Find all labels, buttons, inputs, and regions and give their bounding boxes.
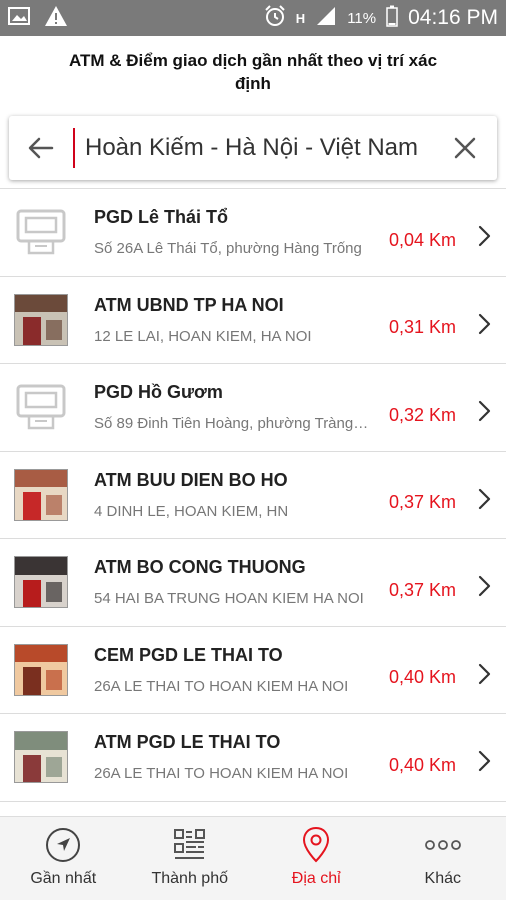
nav-address-label: Địa chỉ (291, 870, 341, 887)
nav-city[interactable]: Thành phố (127, 817, 254, 900)
chevron-right-icon (470, 663, 498, 685)
location-name: ATM UBND TP HA NOI (94, 294, 284, 315)
location-photo (14, 643, 68, 697)
location-row[interactable]: PGD Hồ Gươm Số 89 Đinh Tiên Hoàng, phường… (0, 364, 506, 452)
nav-address[interactable]: Địa chỉ (253, 817, 380, 900)
chevron-right-icon (470, 575, 498, 597)
location-address: 26A LE THAI TO HOAN KIEM HA NOI (94, 677, 349, 695)
more-dots-icon (424, 840, 461, 850)
clock: 04:16 PM (408, 6, 498, 29)
search-bar-container (0, 108, 506, 188)
location-address: Số 26A Lê Thái Tổ, phường Hàng Trống (94, 240, 362, 258)
chevron-right-icon (470, 400, 498, 422)
location-row[interactable]: CEM PGD LE THAI TO 26A LE THAI TO HOAN KI… (0, 626, 506, 714)
battery-icon (386, 5, 398, 32)
city-icon (173, 829, 205, 859)
location-address: Số 89 Đinh Tiên Hoàng, phường Tràng Tiền (94, 415, 369, 433)
location-name: CEM PGD LE THAI TO (94, 644, 283, 665)
location-photo (14, 730, 68, 784)
location-photo (14, 468, 68, 522)
nav-more-label: Khác (424, 870, 461, 887)
location-info: ATM PGD LE THAI TO 26A LE THAI TO HOAN KI… (94, 732, 389, 782)
location-row[interactable]: ATM BUU DIEN BO HO 4 DINH LE, HOAN KIEM, … (0, 451, 506, 539)
chevron-right-icon (470, 225, 498, 247)
location-name: PGD Lê Thái Tổ (94, 207, 229, 228)
nav-nearest[interactable]: Gần nhất (0, 817, 127, 900)
chevron-right-icon (470, 488, 498, 510)
location-list: PGD Lê Thái Tổ Số 26A Lê Thái Tổ, phường … (0, 188, 506, 816)
location-info: CEM PGD LE THAI TO 26A LE THAI TO HOAN KI… (94, 645, 389, 695)
location-distance: 0,04 Km (388, 229, 456, 250)
chevron-right-icon (470, 313, 498, 335)
location-photo (14, 293, 68, 347)
location-row[interactable]: ATM UBND TP HA NOI 12 LE LAI, HOAN KIEM, … (0, 276, 506, 364)
navigation-arrow-icon (46, 828, 81, 862)
location-name: ATM BUU DIEN BO HO (94, 469, 288, 490)
alarm-icon (264, 4, 286, 32)
location-row[interactable]: ATM PGD LE THAI TO 26A LE THAI TO HOAN KI… (0, 714, 506, 802)
location-info: PGD Lê Thái Tổ Số 26A Lê Thái Tổ, phường … (94, 207, 389, 257)
battery-percent: 11% (347, 9, 377, 27)
gallery-icon (8, 6, 30, 31)
location-distance: 0,31 Km (388, 317, 456, 338)
bottom-navigation: Gần nhất Thành phố Địa chỉ Khác (0, 816, 506, 900)
location-row[interactable]: ATM BO CONG THUONG 54 HAI BA TRUNG HOAN K… (0, 539, 506, 627)
nav-city-label: Thành phố (151, 870, 228, 887)
back-button[interactable] (9, 116, 73, 180)
atm-icon (14, 205, 68, 259)
location-address: 54 HAI BA TRUNG HOAN KIEM HA NOI (94, 590, 364, 608)
signal-icon (315, 6, 337, 31)
location-distance: 0,37 Km (388, 492, 456, 513)
location-address: 4 DINH LE, HOAN KIEM, HN (94, 502, 289, 520)
location-name: PGD Hồ Gươm (94, 382, 223, 403)
location-photo (14, 555, 68, 609)
chevron-right-icon (470, 750, 498, 772)
search-box (9, 116, 497, 180)
network-type-label: H (295, 10, 306, 26)
location-info: PGD Hồ Gươm Số 89 Đinh Tiên Hoàng, phường… (94, 382, 389, 432)
location-row[interactable]: PGD Lê Thái Tổ Số 26A Lê Thái Tổ, phường … (0, 189, 506, 277)
location-distance: 0,40 Km (388, 754, 456, 775)
location-info: ATM BUU DIEN BO HO 4 DINH LE, HOAN KIEM, … (94, 470, 389, 520)
location-name: ATM PGD LE THAI TO (94, 732, 281, 753)
location-distance: 0,32 Km (388, 404, 456, 425)
location-name: ATM BO CONG THUONG (94, 557, 306, 578)
location-distance: 0,40 Km (388, 667, 456, 688)
nav-more[interactable]: Khác (380, 817, 506, 900)
status-bar: H 11% 04:16 PM (0, 0, 506, 36)
location-info: ATM UBND TP HA NOI 12 LE LAI, HOAN KIEM, … (94, 295, 389, 345)
location-search-input[interactable] (73, 128, 433, 168)
location-address: 26A LE THAI TO HOAN KIEM HA NOI (94, 765, 349, 783)
nav-nearest-label: Gần nhất (30, 870, 97, 887)
page-title: ATM & Điểm giao dịch gần nhất theo vị tr… (0, 36, 506, 108)
location-distance: 0,37 Km (388, 579, 456, 600)
location-info: ATM BO CONG THUONG 54 HAI BA TRUNG HOAN K… (94, 557, 389, 607)
back-arrow-icon (28, 137, 54, 159)
warning-icon (44, 5, 68, 32)
location-address: 12 LE LAI, HOAN KIEM, HA NOI (94, 327, 312, 345)
location-pin-icon (303, 826, 330, 863)
close-icon (454, 137, 476, 159)
atm-icon (14, 380, 68, 434)
clear-search-button[interactable] (433, 116, 497, 180)
